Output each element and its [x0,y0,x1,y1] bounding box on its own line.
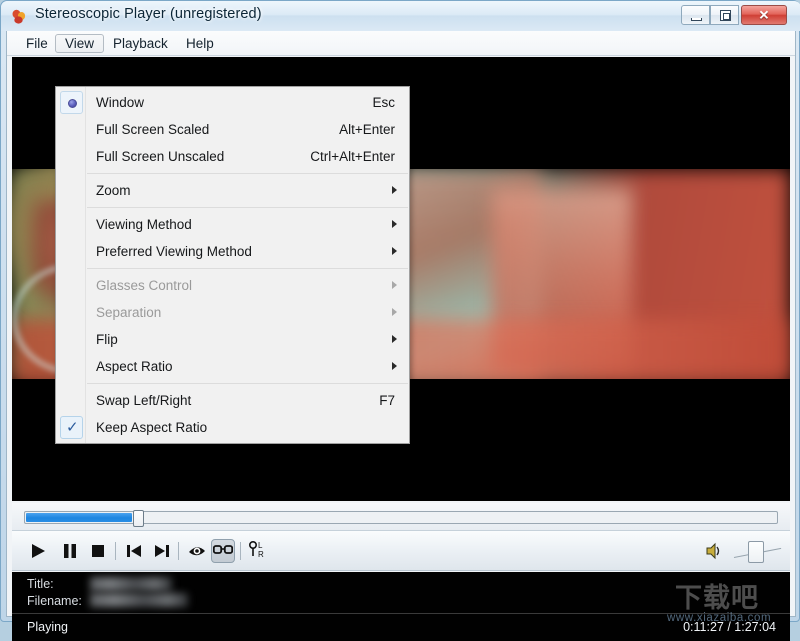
seek-bar-row [12,503,790,531]
window-title: Stereoscopic Player (unregistered) [35,6,262,22]
media-info-panel: Title: Filename: [12,572,790,614]
menu-separator [87,268,408,269]
checkmark-icon: ✓ [60,416,83,439]
menu-item-label: Flip [96,332,118,347]
glasses-icon [213,545,233,554]
menu-separator [87,383,408,384]
filename-value-redacted [90,593,188,607]
menu-item-separation: Separation [56,299,409,326]
svg-text:R: R [258,550,264,559]
title-bar: Stereoscopic Player (unregistered) ✕ [1,1,800,31]
application-window: Stereoscopic Player (unregistered) ✕ Fil… [0,0,800,641]
close-icon: ✕ [758,7,770,23]
menu-item-full-screen-unscaled[interactable]: Full Screen Unscaled Ctrl+Alt+Enter [56,143,409,170]
time-display: 0:11:27 / 1:27:04 [683,620,776,634]
menu-item-label: Aspect Ratio [96,359,173,374]
close-button[interactable]: ✕ [741,5,787,25]
menu-item-label: Full Screen Scaled [96,122,210,137]
stop-button[interactable] [86,539,110,563]
chevron-right-icon [392,335,397,343]
menu-item-window[interactable]: Window Esc [56,89,409,116]
menu-item-keep-aspect-ratio[interactable]: ✓ Keep Aspect Ratio [56,414,409,441]
seek-slider[interactable] [24,510,778,527]
minimize-button[interactable] [681,5,710,25]
play-icon [32,544,45,558]
seek-slider-thumb[interactable] [133,510,144,527]
toolbar-separator-2 [178,542,179,560]
menu-item-accelerator: Ctrl+Alt+Enter [310,149,395,164]
pause-button[interactable] [58,539,82,563]
chevron-right-icon [392,362,397,370]
filename-label: Filename: [27,594,82,608]
menu-item-label: Glasses Control [96,278,193,293]
svg-text:L: L [258,541,263,550]
viewing-method-button[interactable] [185,539,209,563]
menu-item-label: Preferred Viewing Method [96,244,252,259]
menu-item-glasses-control: Glasses Control [56,272,409,299]
speaker-icon[interactable] [706,542,724,565]
menu-item-swap-left-right[interactable]: Swap Left/Right F7 [56,387,409,414]
menu-separator [87,173,408,174]
chevron-right-icon [392,220,397,228]
menu-item-label: Separation [96,305,162,320]
title-value-redacted [90,577,172,591]
menu-item-zoom[interactable]: Zoom [56,177,409,204]
menu-item-label: Keep Aspect Ratio [96,420,208,435]
skip-previous-icon [127,545,141,557]
stereoscopic-player-icon [11,8,28,25]
menu-help[interactable]: Help [177,34,223,53]
minimize-icon [691,18,702,21]
menu-file[interactable]: File [17,34,57,53]
menu-item-viewing-method[interactable]: Viewing Method [56,211,409,238]
pause-icon [64,544,76,558]
next-button[interactable] [150,539,174,563]
menu-item-aspect-ratio[interactable]: Aspect Ratio [56,353,409,380]
seek-progress-fill [26,513,132,522]
menu-item-preferred-viewing-method[interactable]: Preferred Viewing Method [56,238,409,265]
volume-slider-thumb[interactable] [748,541,764,563]
previous-button[interactable] [122,539,146,563]
transport-toolbar: L R [12,531,790,571]
maximize-icon [720,10,731,21]
chevron-right-icon [392,247,397,255]
menu-item-label: Swap Left/Right [96,393,192,408]
radio-selected-icon [60,91,83,114]
menu-item-label: Viewing Method [96,217,192,232]
menu-item-flip[interactable]: Flip [56,326,409,353]
menu-item-full-screen-scaled[interactable]: Full Screen Scaled Alt+Enter [56,116,409,143]
view-dropdown-menu: Window Esc Full Screen Scaled Alt+Enter … [55,86,410,444]
menu-bar: File View Playback Help [7,31,795,56]
chevron-right-icon [392,186,397,194]
chevron-right-icon [392,281,397,289]
skip-next-icon [155,545,169,557]
menu-item-accelerator: Esc [372,95,395,110]
menu-item-accelerator: Alt+Enter [339,122,395,137]
menu-separator [87,207,408,208]
menu-playback[interactable]: Playback [104,34,177,53]
maximize-button[interactable] [710,5,739,25]
chevron-right-icon [392,308,397,316]
menu-item-label: Zoom [96,183,131,198]
menu-view[interactable]: View [55,34,105,53]
play-button[interactable] [26,539,50,563]
glasses-button[interactable] [211,539,235,563]
menu-item-label: Window [96,95,145,110]
left-right-switch-icon: L R [248,540,264,559]
menu-item-label: Full Screen Unscaled [96,149,225,164]
menu-item-accelerator: F7 [379,393,395,408]
toolbar-separator-3 [240,542,241,560]
toolbar-separator [115,542,116,560]
playback-state: Playing [27,620,68,634]
eye-icon [189,547,205,556]
title-label: Title: [27,577,54,591]
swap-left-right-button[interactable]: L R [247,539,273,563]
stop-icon [92,545,104,557]
status-bar: Playing 0:11:27 / 1:27:04 [12,614,790,641]
client-area: File View Playback Help L R Title: Filen… [6,31,796,641]
